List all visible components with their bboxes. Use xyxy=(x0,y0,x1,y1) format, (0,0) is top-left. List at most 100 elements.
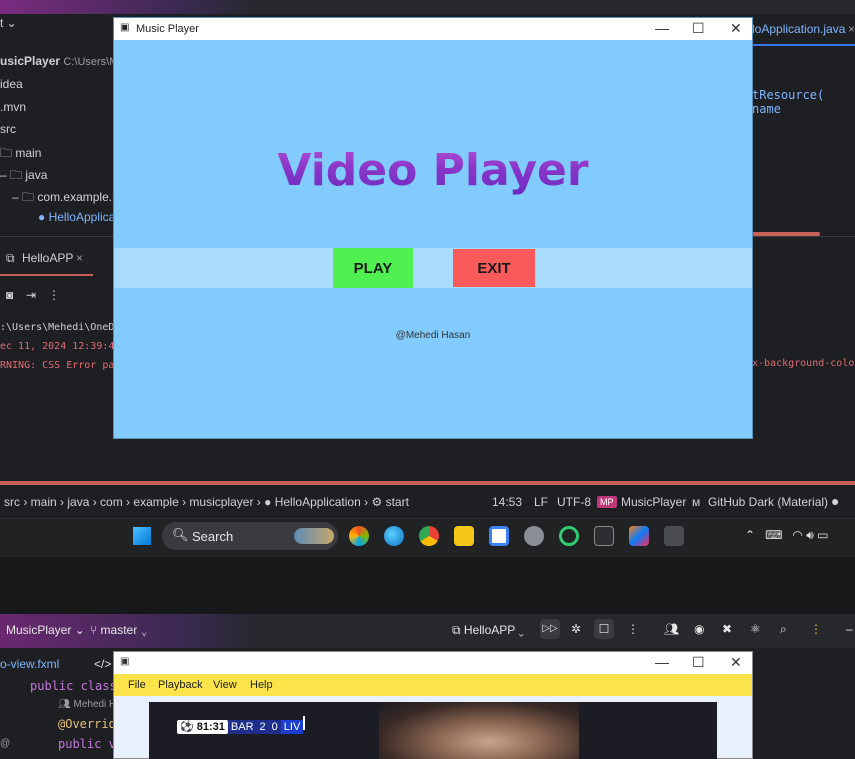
minimize-icon[interactable]: – xyxy=(846,622,853,636)
caret-position[interactable]: 14:53 xyxy=(492,495,522,509)
battery-icon[interactable]: ▭ xyxy=(817,528,828,542)
search-highlight-image xyxy=(294,528,334,544)
window-title-bar[interactable]: ▣ — ☐ ✕ xyxy=(114,652,752,674)
run-tab-helloapp[interactable]: ⧉ HelloAPP × xyxy=(0,244,93,276)
record-icon[interactable]: ◉ xyxy=(694,622,704,636)
away-score: 0 xyxy=(268,720,281,734)
chevron-up-icon[interactable]: ⌃ xyxy=(745,528,755,542)
score-overlay: ⚽ 81:31 BAR 2 0 LIV xyxy=(177,716,306,734)
taskbar-search[interactable]: 🔍︎ Search xyxy=(162,522,338,550)
minimize-icon[interactable]: — xyxy=(655,654,669,670)
windows-start-icon[interactable] xyxy=(133,527,151,545)
java-app-icon[interactable] xyxy=(664,526,684,546)
camera-icon[interactable]: ◙ xyxy=(6,288,13,302)
xml-tag-icon[interactable]: </> xyxy=(94,657,111,671)
tree-item-src[interactable]: src xyxy=(0,122,16,136)
tree-item-main[interactable]: 🗀 main xyxy=(0,144,41,165)
console-output: :\Users\Mehedi\OneD ec 11, 2024 12:39:46… xyxy=(0,318,120,375)
project-switcher[interactable]: MusicPlayer ⌄ xyxy=(6,623,85,637)
wifi-icon[interactable]: ◠ xyxy=(792,528,802,542)
search-icon[interactable]: ⌕ xyxy=(780,622,787,637)
status-indicator-icon[interactable]: ● xyxy=(831,493,839,509)
method-icon: ⚙ xyxy=(371,495,383,509)
play-button[interactable]: PLAY xyxy=(333,248,413,288)
terminal-icon[interactable] xyxy=(594,526,614,546)
ide-status-bar: src › main › java › com › example › musi… xyxy=(0,488,855,516)
branch-switcher[interactable]: ⑂ master ⌄ xyxy=(90,623,148,637)
run-config-icon: ⧉ xyxy=(452,623,461,637)
minimize-icon[interactable]: — xyxy=(655,20,669,36)
menu-help[interactable]: Help xyxy=(250,679,273,691)
ide-title-gradient xyxy=(0,0,260,14)
menu-playback[interactable]: Playback xyxy=(158,679,203,691)
tree-item-java-label: java xyxy=(25,168,48,182)
editor-tab-fxml[interactable]: o-view.fxml xyxy=(0,657,59,671)
line-separator[interactable]: LF xyxy=(534,495,548,509)
tree-item-helloapplication[interactable]: ● HelloApplica xyxy=(38,210,115,224)
tree-expand-chevron[interactable]: t ⌄ xyxy=(0,16,17,30)
search-label: Search xyxy=(192,529,234,544)
breadcrumb-item[interactable]: main xyxy=(31,495,57,509)
breadcrumb-item[interactable]: src xyxy=(4,495,20,509)
breadcrumb-item[interactable]: java xyxy=(67,495,89,509)
tree-item-package[interactable]: – 🗀 com.example.r xyxy=(12,188,116,209)
home-team: BAR xyxy=(227,720,257,734)
tools-icon[interactable]: ✖ xyxy=(722,622,732,636)
run-icon[interactable]: ▷▷ xyxy=(540,619,560,639)
editor-tab-label: o-view.fxml xyxy=(0,657,60,671)
run-config-selector[interactable]: ⧉ HelloAPP ⌄ xyxy=(452,623,524,638)
collab-icon[interactable]: 👥︎ xyxy=(664,622,679,636)
breadcrumb-item[interactable]: example xyxy=(133,495,178,509)
close-icon[interactable]: ✕ xyxy=(730,654,742,671)
stop-icon[interactable]: ☐ xyxy=(594,619,614,639)
status-project[interactable]: MusicPlayer xyxy=(621,495,686,509)
button-band xyxy=(114,248,752,288)
project-switcher-label: MusicPlayer xyxy=(6,623,72,637)
user-icon: 👥︎ xyxy=(58,699,71,710)
maximize-icon[interactable]: ☐ xyxy=(692,654,705,671)
menu-view[interactable]: View xyxy=(213,679,237,691)
chrome-icon[interactable] xyxy=(419,526,439,546)
settings-icon[interactable] xyxy=(524,526,544,546)
video-frame[interactable]: ⚽ 81:31 BAR 2 0 LIV xyxy=(149,702,717,759)
close-icon[interactable]: ✕ xyxy=(730,20,742,37)
copilot-icon[interactable] xyxy=(349,526,369,546)
breadcrumb-item[interactable]: musicplayer xyxy=(189,495,253,509)
video-player-heading: Video Player xyxy=(114,145,752,196)
menu-file[interactable]: File xyxy=(128,679,146,691)
tree-item-project[interactable]: usicPlayer C:\Users\M xyxy=(0,54,118,68)
tree-item-mvn[interactable]: .mvn xyxy=(0,100,26,114)
score-divider xyxy=(303,716,306,730)
edge-icon[interactable] xyxy=(384,526,404,546)
tree-item-idea[interactable]: idea xyxy=(0,77,23,91)
intellij-icon[interactable] xyxy=(629,526,649,546)
ai-assistant-icon[interactable]: ⚛ xyxy=(750,622,761,636)
loading-app-icon[interactable] xyxy=(559,526,579,546)
notifications-icon[interactable]: ⋮ xyxy=(810,622,822,636)
keyboard-icon[interactable]: ⌨ xyxy=(765,528,782,542)
maximize-icon[interactable]: ☐ xyxy=(692,20,705,37)
more-icon[interactable]: ⋮ xyxy=(627,622,639,636)
store-icon[interactable] xyxy=(489,526,509,546)
file-explorer-icon[interactable] xyxy=(454,526,474,546)
editor-tab-helloapplication[interactable]: loApplication.java × xyxy=(752,14,855,46)
folder-icon: 🗀 xyxy=(10,168,23,182)
more-icon[interactable]: ⋮ xyxy=(48,288,60,302)
chevron-down-icon: – xyxy=(12,190,19,204)
console-scrollbar[interactable] xyxy=(0,481,855,485)
debug-icon[interactable]: ✲ xyxy=(571,622,581,636)
theme-name[interactable]: GitHub Dark (Material) xyxy=(708,495,828,509)
breadcrumb-item[interactable]: start xyxy=(386,495,409,509)
volume-icon[interactable]: 🔊︎ xyxy=(806,528,814,542)
breadcrumb-item[interactable]: com xyxy=(100,495,123,509)
branch-label: master xyxy=(100,623,138,637)
tree-item-java[interactable]: – 🗀 java xyxy=(0,166,47,187)
run-tab-label: HelloAPP xyxy=(22,251,74,265)
close-icon[interactable]: × xyxy=(848,22,855,36)
file-encoding[interactable]: UTF-8 xyxy=(557,495,591,509)
exit-icon[interactable]: ⇥ xyxy=(26,288,36,302)
window-title-bar[interactable]: ▣ Music Player — ☐ ✕ xyxy=(114,18,752,40)
close-icon[interactable]: × xyxy=(76,251,83,265)
exit-button[interactable]: EXIT xyxy=(453,249,535,287)
breadcrumb-item[interactable]: HelloApplication xyxy=(275,495,361,509)
